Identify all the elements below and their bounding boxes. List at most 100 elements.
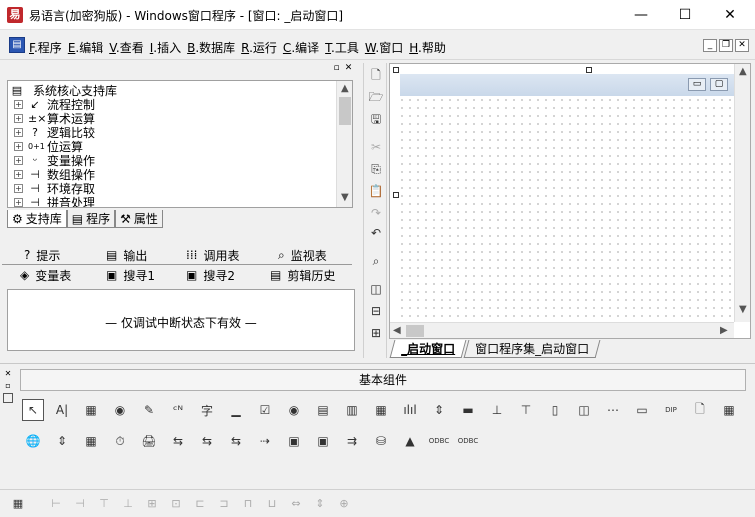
tab-hint[interactable]: ? 提示 [24,246,60,264]
data-icon-3[interactable]: ⇆ [225,430,247,452]
spinner-icon[interactable]: ⇕ [51,430,73,452]
same-right-icon[interactable]: ⊐ [216,496,232,512]
minimize-button[interactable]: — [618,0,664,30]
scroll-up-icon[interactable]: ▲ [341,83,349,94]
vbar-icon[interactable]: ⊤ [515,399,537,421]
form-canvas[interactable] [398,72,734,320]
pointer-icon[interactable]: ↖ [22,399,44,421]
hslider-icon[interactable]: ▬ [457,399,479,421]
scroll-up-icon[interactable]: ▲ [739,66,747,77]
menu-tools[interactable]: T.工具 [325,39,359,56]
layout-bottom-icon[interactable]: ⊟ [368,303,384,319]
maximize-button[interactable]: ☐ [662,0,708,30]
tab-clip-history[interactable]: ▤ 剪辑历史 [270,266,335,284]
scroll-icon[interactable]: ⇕ [428,399,450,421]
align-bottom-icon[interactable]: ⊥ [120,496,136,512]
expand-icon[interactable]: + [14,141,23,151]
menu-insert[interactable]: I.插入 [150,39,181,56]
printer-icon[interactable]: 🖨 [138,430,160,452]
redo-icon[interactable]: ↷ [368,205,384,221]
menu-compile[interactable]: C.编译 [283,39,319,56]
align-top-icon[interactable]: ⊤ [96,496,112,512]
table-icon[interactable]: ▦ [718,399,740,421]
layout-left-icon[interactable]: ◫ [368,281,384,297]
close-button[interactable]: ✕ [707,0,753,30]
scroll-right-icon[interactable]: ▶ [720,325,728,336]
menu-edit[interactable]: E.编辑 [68,39,103,56]
text-icon[interactable]: 字 [196,399,218,421]
same-height-icon[interactable]: ⇕ [312,496,328,512]
tree-item[interactable]: + ⊣ 拼音处理 [14,195,95,207]
form-maximize-icon[interactable]: ▢ [710,78,728,91]
expand-icon[interactable]: + [14,127,23,137]
document-icon[interactable]: ▤ [9,37,25,53]
menu-database[interactable]: B.数据库 [187,39,235,56]
odbc-icon-1[interactable]: ODBC [428,430,450,452]
tree-scrollbar[interactable]: ▲ ▼ [336,81,352,207]
properties-icon[interactable]: ▦ [10,496,26,512]
menu-view[interactable]: V.查看 [109,39,144,56]
panel-maximize-button[interactable]: ▫ [331,63,342,74]
panel-pin-button[interactable] [3,393,13,403]
tab-search2[interactable]: ▣ 搜寻2 [186,266,235,284]
scroll-down-icon[interactable]: ▼ [739,304,747,315]
align-right-icon[interactable]: ⊣ [72,496,88,512]
find-icon[interactable]: ⌕ [368,253,384,269]
progress-icon[interactable]: ılıl [399,399,421,421]
tab-startup-window[interactable]: _启动窗口 [389,340,467,358]
undo-icon[interactable]: ↶ [368,225,384,241]
layout-grid-icon[interactable]: ⊞ [368,325,384,341]
tab-properties[interactable]: ⚒ 属性 [115,210,163,228]
same-size-icon[interactable]: ⊕ [336,496,352,512]
align-left-icon[interactable]: ⊢ [48,496,64,512]
same-bottom-icon[interactable]: ⊔ [264,496,280,512]
designer-vscrollbar[interactable]: ▲ ▼ [734,64,750,322]
menu-program[interactable]: F.程序 [29,39,62,56]
same-width-icon[interactable]: ⇔ [288,496,304,512]
tab-program[interactable]: ▤ 程序 [66,210,116,228]
frame-icon[interactable]: ◫ [573,399,595,421]
file-icon[interactable]: 🗋 [689,399,711,421]
paste-icon[interactable]: 📋 [368,183,384,199]
save-icon[interactable]: 🖫 [368,111,384,127]
link-icon[interactable]: ⇢ [254,430,276,452]
form-title-bar[interactable]: ▭ ▢ [400,74,734,96]
scroll-thumb[interactable] [406,325,424,337]
edit-icon[interactable]: ✎ [138,399,160,421]
resize-handle[interactable] [393,192,399,198]
scroll-thumb[interactable] [339,97,351,125]
calendar-icon[interactable]: ▦ [80,430,102,452]
expand-icon[interactable]: + [14,183,23,193]
expand-icon[interactable]: + [14,197,23,207]
tab-support-library[interactable]: ⚙ 支持库 [7,210,67,228]
center-h-icon[interactable]: ⊞ [144,496,160,512]
mdi-close-button[interactable]: ✕ [735,39,749,52]
panel-icon[interactable]: ▭ [631,399,653,421]
expand-icon[interactable]: + [14,113,23,123]
tab-watch[interactable]: ⌕ 监视表 [278,246,327,264]
library-tree[interactable]: ▤ 系统核心支持库 + ↙ 流程控制 + ±× 算术运算 +? 逻辑比较 +0+1 位运算 … [7,80,353,208]
new-icon[interactable]: 🗋 [368,67,384,83]
cut-icon[interactable]: ✂ [368,139,384,155]
open-icon[interactable]: 🗁 [368,89,384,105]
network-icon[interactable]: 🌐 [22,430,44,452]
mdi-restore-button[interactable]: ❐ [719,39,733,52]
scroll-left-icon[interactable]: ◀ [393,325,401,336]
designer-hscrollbar[interactable]: ◀ ▶ [390,322,734,338]
form-icon-2[interactable]: ▣ [312,430,334,452]
data-icon-2[interactable]: ⇆ [196,430,218,452]
tab-output[interactable]: ▤ 输出 [106,246,147,264]
expand-icon[interactable]: + [14,169,23,179]
line-icon[interactable]: ▁ [225,399,247,421]
expand-icon[interactable]: + [14,155,23,165]
radio-icon[interactable]: ◉ [283,399,305,421]
tab-icon[interactable]: ▯ [544,399,566,421]
grid-icon[interactable]: ▦ [370,399,392,421]
panel-maximize-button[interactable]: ▫ [3,381,13,391]
database-icon[interactable]: ⛁ [370,430,392,452]
tab-call-stack[interactable]: ⁞⁞⁞ 调用表 [186,246,239,264]
same-top-icon[interactable]: ⊓ [240,496,256,512]
resize-handle[interactable] [393,67,399,73]
center-v-icon[interactable]: ⊡ [168,496,184,512]
form-icon-1[interactable]: ▣ [283,430,305,452]
